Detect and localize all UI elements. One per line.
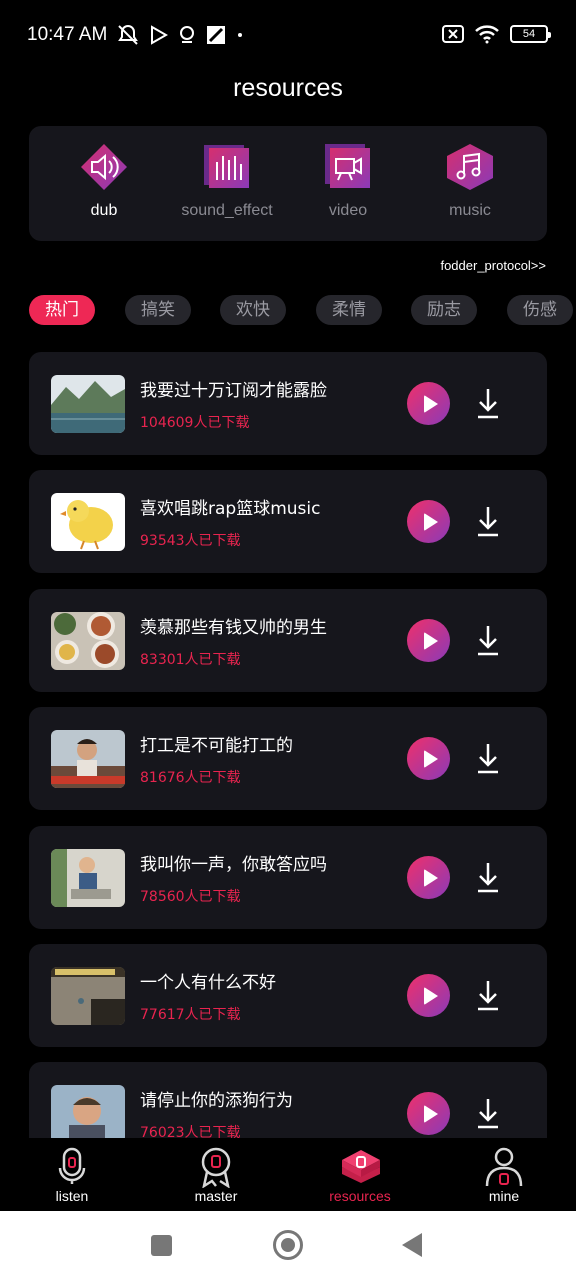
- item-downloads: 81676人已下载: [140, 770, 241, 786]
- item-downloads: 76023人已下载: [140, 1125, 241, 1138]
- recents-button[interactable]: [151, 1235, 172, 1256]
- category-card: dub sound_effect video music: [29, 126, 547, 241]
- back-button[interactable]: [402, 1233, 422, 1257]
- item-downloads: 78560人已下载: [140, 889, 241, 905]
- item-title: 请停止你的添狗行为: [140, 1091, 293, 1111]
- speaker-icon: [79, 142, 129, 192]
- page-title: resources: [233, 74, 343, 102]
- item-title: 一个人有什么不好: [140, 973, 276, 993]
- item-title: 打工是不可能打工的: [140, 736, 293, 756]
- thumbnail-streamer: [51, 730, 125, 788]
- system-icons: 54: [442, 24, 551, 44]
- item-title: 我要过十万订阅才能露脸: [140, 381, 327, 401]
- battery-icon: 54: [510, 25, 551, 43]
- list-item[interactable]: 我叫你一声，你敢答应吗 78560人已下载: [29, 826, 547, 929]
- tab-funny[interactable]: 搞笑: [125, 295, 191, 325]
- nav-resources[interactable]: resources: [310, 1146, 410, 1204]
- item-title: 羡慕那些有钱又帅的男生: [140, 618, 327, 638]
- equalizer-icon: [202, 142, 252, 192]
- nav-label: mine: [488, 1188, 520, 1204]
- bottom-nav: listen master resources mine: [0, 1138, 576, 1211]
- item-downloads: 93543人已下载: [140, 533, 241, 549]
- alarm-off-icon: [118, 25, 138, 45]
- thumbnail-chick: [51, 493, 125, 551]
- category-sound-effect[interactable]: sound_effect: [167, 142, 287, 220]
- download-icon[interactable]: [475, 504, 501, 540]
- item-downloads: 77617人已下载: [140, 1007, 241, 1023]
- no-sim-icon: [442, 25, 464, 43]
- item-title: 我叫你一声，你敢答应吗: [140, 855, 327, 875]
- download-icon[interactable]: [475, 1096, 501, 1132]
- tab-inspirational[interactable]: 励志: [411, 295, 477, 325]
- wifi-icon: [475, 25, 499, 44]
- category-dub[interactable]: dub: [44, 142, 164, 220]
- layers-icon: [340, 1146, 380, 1186]
- status-bar: 10:47 AM 54: [0, 0, 576, 70]
- status-time: 10:47 AM: [27, 24, 108, 45]
- play-button[interactable]: [407, 737, 450, 780]
- nav-mine[interactable]: mine: [454, 1146, 554, 1204]
- nav-master[interactable]: master: [166, 1146, 266, 1204]
- resource-list[interactable]: 我要过十万订阅才能露脸 104609人已下载 喜欢唱跳rap篮球music 93…: [29, 352, 547, 1138]
- thumbnail-food: [51, 612, 125, 670]
- item-downloads: 104609人已下载: [140, 415, 250, 431]
- list-item[interactable]: 羡慕那些有钱又帅的男生 83301人已下载: [29, 589, 547, 692]
- download-icon[interactable]: [475, 386, 501, 422]
- system-nav-bar: [0, 1211, 576, 1280]
- tab-cheerful[interactable]: 欢快: [220, 295, 286, 325]
- tab-hot[interactable]: 热门: [29, 295, 95, 325]
- download-icon[interactable]: [475, 623, 501, 659]
- tab-tender[interactable]: 柔情: [316, 295, 382, 325]
- download-icon[interactable]: [475, 978, 501, 1014]
- list-item[interactable]: 一个人有什么不好 77617人已下载: [29, 944, 547, 1047]
- list-item[interactable]: 打工是不可能打工的 81676人已下载: [29, 707, 547, 810]
- thumbnail-landscape: [51, 375, 125, 433]
- music-note-icon: [445, 142, 495, 192]
- video-camera-icon: [323, 142, 373, 192]
- nav-listen[interactable]: listen: [22, 1146, 122, 1204]
- thumbnail-room: [51, 967, 125, 1025]
- download-icon[interactable]: [475, 741, 501, 777]
- category-label: music: [449, 202, 491, 219]
- person-icon: [484, 1146, 524, 1187]
- play-button[interactable]: [407, 856, 450, 899]
- play-button[interactable]: [407, 500, 450, 543]
- category-music[interactable]: music: [410, 142, 530, 220]
- play-button[interactable]: [407, 382, 450, 425]
- list-item[interactable]: 请停止你的添狗行为 76023人已下载: [29, 1062, 547, 1138]
- notification-icons: [116, 24, 244, 46]
- play-button[interactable]: [407, 1092, 450, 1135]
- download-icon[interactable]: [475, 860, 501, 896]
- list-item[interactable]: 我要过十万订阅才能露脸 104609人已下载: [29, 352, 547, 455]
- play-store-icon: [151, 25, 168, 45]
- fodder-protocol-link[interactable]: fodder_protocol>>: [440, 258, 546, 273]
- home-button[interactable]: [273, 1230, 303, 1260]
- nav-label: resources: [329, 1188, 391, 1204]
- microphone-icon: [52, 1146, 92, 1186]
- genre-tabs: 热门 搞笑 欢快 柔情 励志 伤感: [29, 295, 576, 327]
- thumbnail-child: [51, 849, 125, 907]
- category-video[interactable]: video: [288, 142, 408, 220]
- category-label: dub: [90, 202, 118, 219]
- item-title: 喜欢唱跳rap篮球music: [140, 499, 321, 519]
- list-item[interactable]: 喜欢唱跳rap篮球music 93543人已下载: [29, 470, 547, 573]
- shield-icon: [180, 26, 194, 43]
- play-button[interactable]: [407, 974, 450, 1017]
- nav-label: listen: [55, 1188, 89, 1204]
- play-button[interactable]: [407, 619, 450, 662]
- medal-icon: [196, 1146, 236, 1189]
- thumbnail-man: [51, 1085, 125, 1138]
- app-icon: [207, 26, 225, 44]
- category-label: video: [328, 202, 368, 219]
- category-label: sound_effect: [181, 202, 273, 219]
- tab-sad[interactable]: 伤感: [507, 295, 573, 325]
- nav-label: master: [194, 1188, 238, 1204]
- item-downloads: 83301人已下载: [140, 652, 241, 668]
- dot-icon: [238, 33, 242, 37]
